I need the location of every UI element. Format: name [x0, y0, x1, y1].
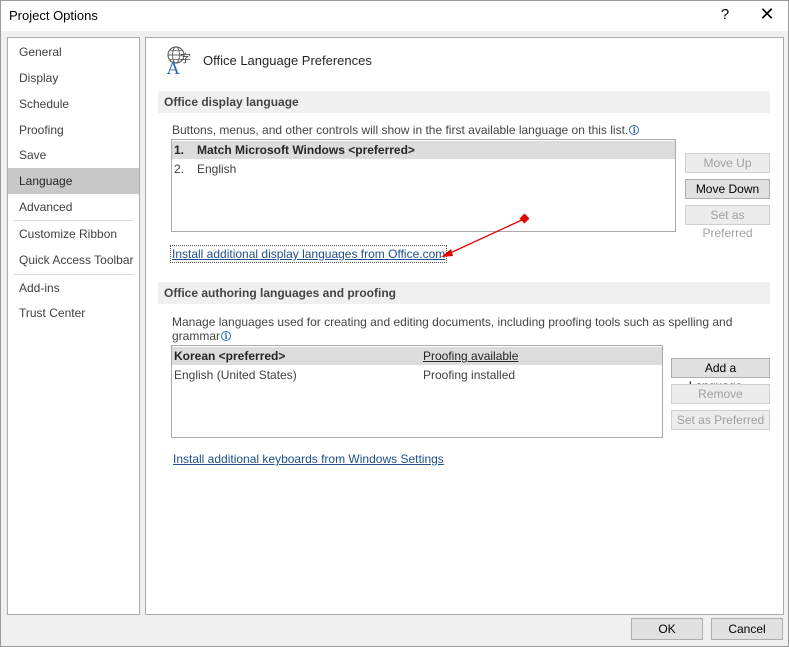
sidebar-item-save[interactable]: Save	[8, 142, 139, 168]
page-title: Office Language Preferences	[203, 53, 372, 68]
display-set-as-preferred-button[interactable]: Set as Preferred	[685, 205, 770, 240]
ok-button[interactable]: OK	[631, 618, 703, 640]
project-options-dialog: Project Options ? ✕ General Display Sche…	[0, 0, 789, 647]
svg-text:字: 字	[180, 51, 191, 65]
display-language-number: 1.	[174, 143, 185, 157]
authoring-languages-section-title: Office authoring languages and proofing	[158, 282, 770, 304]
display-language-name: Match Microsoft Windows <preferred>	[197, 143, 415, 157]
title-bar: Project Options ? ✕	[1, 1, 788, 31]
install-keyboards-link[interactable]: Install additional keyboards from Window…	[173, 452, 444, 466]
proofing-status: Proofing available	[423, 349, 519, 363]
sidebar-item-general[interactable]: General	[8, 39, 139, 65]
authoring-set-as-preferred-button[interactable]: Set as Preferred	[671, 410, 770, 430]
move-up-button[interactable]: Move Up	[685, 153, 770, 173]
close-icon[interactable]: ✕	[758, 4, 776, 24]
move-down-button[interactable]: Move Down	[685, 179, 770, 199]
add-language-button[interactable]: Add a Language...	[671, 358, 770, 393]
sidebar-item-language[interactable]: Language	[8, 168, 139, 194]
sidebar-item-schedule[interactable]: Schedule	[8, 91, 139, 117]
sidebar-item-advanced[interactable]: Advanced	[8, 194, 139, 220]
language-panel: A 字 Office Language Preferences Office d…	[145, 37, 784, 615]
sidebar-item-customize-ribbon[interactable]: Customize Ribbon	[8, 221, 139, 247]
sidebar-item-quick-access-toolbar[interactable]: Quick Access Toolbar	[8, 247, 139, 273]
cancel-button[interactable]: Cancel	[711, 618, 783, 640]
authoring-description-text: Manage languages used for creating and e…	[172, 315, 733, 343]
authoring-language-name: Korean <preferred>	[174, 349, 286, 363]
svg-text:A: A	[166, 59, 180, 76]
install-display-languages-link[interactable]: Install additional display languages fro…	[169, 245, 448, 263]
display-language-description: Buttons, menus, and other controls will …	[172, 123, 640, 137]
help-icon[interactable]: ?	[717, 6, 733, 23]
table-row[interactable]: Korean <preferred> Proofing available	[172, 347, 662, 365]
window-title: Project Options	[9, 8, 98, 23]
display-language-name: English	[197, 162, 237, 176]
list-item[interactable]: 1. Match Microsoft Windows <preferred>	[172, 141, 675, 159]
info-icon[interactable]: i	[629, 125, 640, 135]
options-sidebar: General Display Schedule Proofing Save L…	[7, 37, 140, 615]
table-row[interactable]: English (United States) Proofing install…	[172, 366, 662, 384]
list-item[interactable]: 2. English	[172, 160, 675, 178]
display-description-text: Buttons, menus, and other controls will …	[172, 123, 629, 137]
sidebar-item-proofing[interactable]: Proofing	[8, 117, 139, 143]
proofing-status: Proofing installed	[423, 368, 516, 382]
display-language-section-title: Office display language	[158, 91, 770, 113]
display-language-number: 2.	[174, 162, 185, 176]
authoring-language-list[interactable]: Korean <preferred> Proofing available En…	[171, 345, 663, 438]
annotation-arrow	[441, 213, 530, 257]
info-icon[interactable]: i	[221, 331, 232, 341]
language-globe-icon: A 字	[166, 46, 191, 76]
authoring-description-line-1: Manage languages used for creating and e…	[172, 315, 774, 343]
sidebar-item-display[interactable]: Display	[8, 65, 139, 91]
authoring-language-name: English (United States)	[174, 368, 297, 382]
sidebar-item-trust-center[interactable]: Trust Center	[8, 300, 139, 326]
sidebar-item-add-ins[interactable]: Add-ins	[8, 275, 139, 301]
remove-language-button[interactable]: Remove	[671, 384, 770, 404]
display-language-list[interactable]: 1. Match Microsoft Windows <preferred> 2…	[171, 139, 676, 232]
